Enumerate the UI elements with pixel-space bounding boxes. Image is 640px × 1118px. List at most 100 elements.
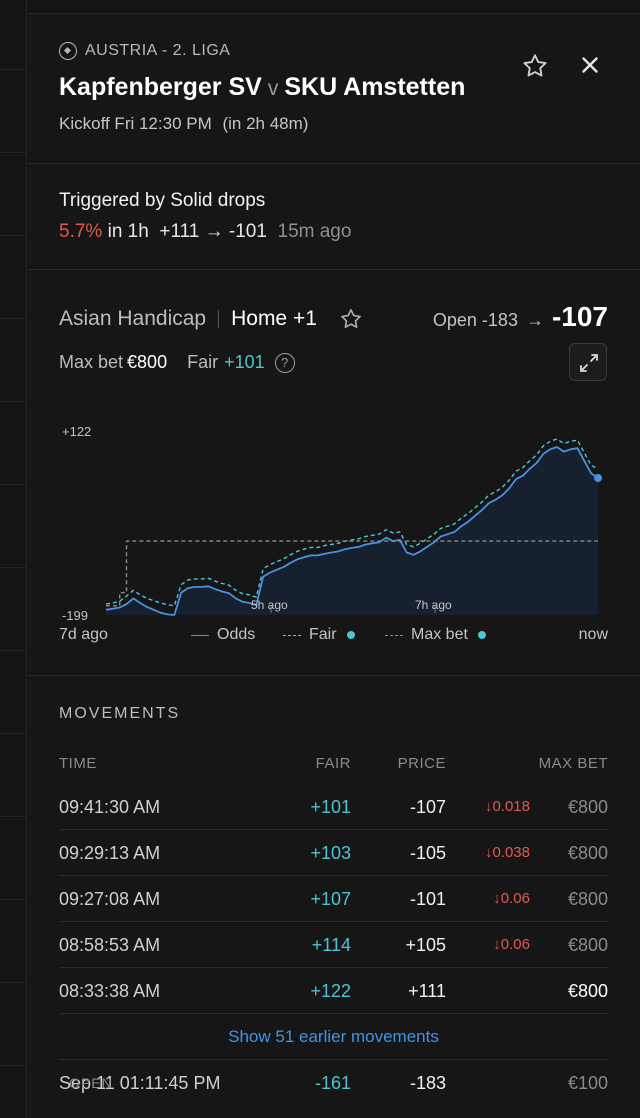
arrow-right-icon: → — [525, 310, 544, 330]
market-separator — [218, 310, 220, 328]
table-row: 08:58:53 AM +114 +105 ↓0.06 €800 — [59, 922, 608, 968]
row-price: -105 — [409, 843, 446, 863]
background-topbar — [0, 0, 640, 14]
league-label: AUSTRIA - 2. LIGA — [59, 42, 230, 60]
col-fair: FAIR — [315, 755, 351, 772]
price-summary: Open -183 → -107 — [433, 301, 608, 333]
market-selector: Asian Handicap Home +1 — [59, 307, 363, 331]
row-price: +111 — [408, 981, 446, 1001]
close-icon — [582, 57, 598, 73]
match-title: Kapfenberger SV v SKU Amstetten — [59, 73, 465, 102]
y-label-top: +122 — [62, 424, 91, 439]
legend-max-bet-swatch — [385, 634, 403, 636]
legend-fair-label: Fair — [309, 626, 337, 643]
fair-label: Fair — [187, 352, 219, 372]
show-earlier-movements-link[interactable]: Show 51 earlier movements — [59, 1014, 608, 1060]
row-delta: ↓0.038 — [484, 844, 530, 861]
market-star-button[interactable] — [339, 307, 363, 331]
vs-separator: v — [267, 77, 279, 100]
expand-chart-button[interactable] — [569, 343, 607, 381]
legend-odds: Odds — [191, 626, 255, 644]
row-max-bet: €800 — [567, 889, 608, 909]
row-max-bet: €100 — [567, 1073, 608, 1093]
table-row: 08:33:38 AM +122 +111 €800 — [59, 968, 608, 1014]
table-header: TIME FAIR PRICE MAX BET — [59, 744, 608, 784]
help-icon[interactable]: ? — [274, 352, 295, 373]
current-price: -107 — [551, 301, 608, 332]
away-team: SKU Amstetten — [284, 73, 466, 101]
favorite-star-button[interactable] — [521, 52, 549, 80]
legend-odds-label: Odds — [217, 626, 256, 643]
divider — [28, 163, 640, 164]
trigger-to: -101 — [228, 221, 267, 242]
row-max-bet: €800 — [567, 843, 608, 863]
movements-title: MOVEMENTS — [59, 705, 181, 722]
row-price: -183 — [409, 1073, 446, 1093]
legend-max-bet-label: Max bet — [411, 626, 468, 643]
market-name: Asian Handicap — [59, 307, 207, 330]
row-time: 09:29:13 AM — [59, 843, 161, 863]
trigger-percent: 5.7% — [59, 221, 103, 242]
x-label-start: 7d ago — [59, 626, 108, 643]
soccer-ball-icon — [59, 42, 77, 60]
row-delta: ↓0.06 — [493, 936, 530, 953]
market-line: Home +1 — [231, 307, 317, 330]
legend-max-bet-dot — [477, 631, 486, 639]
legend-fair: Fair — [283, 626, 355, 644]
max-bet-value: €800 — [127, 352, 168, 372]
legend-max-bet: Max bet — [385, 626, 486, 644]
limits-row: Max bet €800 Fair +101 ? — [59, 352, 295, 373]
star-icon — [523, 54, 547, 77]
x-tick-label: 5h ago — [251, 598, 288, 612]
home-team: Kapfenberger SV — [59, 73, 262, 101]
fair-value: +101 — [224, 352, 265, 372]
col-price: PRICE — [397, 755, 446, 772]
kickoff-relative: (in 2h 48m) — [222, 114, 309, 133]
legend-fair-dot — [346, 631, 355, 639]
divider — [28, 269, 640, 270]
col-max-bet: MAX BET — [538, 755, 608, 772]
arrow-right-icon: → — [204, 221, 224, 242]
row-fair: +103 — [310, 843, 351, 863]
open-row: Sep 11 01:11:45 PM OPEN -161 -183 €100 — [59, 1060, 608, 1106]
star-icon — [340, 309, 361, 328]
row-max-bet: €800 — [567, 981, 608, 1001]
x-tick-label: 7h ago — [415, 598, 452, 612]
row-fair: +101 — [310, 797, 351, 817]
row-time: 08:33:38 AM — [59, 981, 161, 1001]
row-delta: ↓0.06 — [493, 890, 530, 907]
col-time: TIME — [59, 755, 97, 772]
table-row: 09:27:08 AM +107 -101 ↓0.06 €800 — [59, 876, 608, 922]
legend-odds-swatch — [191, 634, 209, 636]
row-fair: +122 — [310, 981, 351, 1001]
match-detail-panel: AUSTRIA - 2. LIGA Kapfenberger SV v SKU Am… — [28, 14, 640, 1118]
max-bet-label: Max bet — [59, 352, 124, 372]
trigger-from: +111 — [159, 221, 200, 242]
table-row: 09:29:13 AM +103 -105 ↓0.038 €800 — [59, 830, 608, 876]
kickoff-time: Kickoff Fri 12:30 PM — [59, 114, 212, 133]
background-list — [0, 0, 27, 1118]
row-price: -107 — [409, 797, 446, 817]
row-time: 09:41:30 AM — [59, 797, 161, 817]
row-price: +105 — [405, 935, 446, 955]
league-name: AUSTRIA - 2. LIGA — [85, 42, 231, 59]
row-fair: -161 — [314, 1073, 351, 1093]
y-label-bottom: -199 — [62, 608, 88, 623]
open-tag: OPEN — [69, 1075, 113, 1091]
table-row: 09:41:30 AM +101 -107 ↓0.018 €800 — [59, 784, 608, 830]
row-time: 08:58:53 AM — [59, 935, 161, 955]
row-price: -101 — [409, 889, 446, 909]
legend-fair-swatch — [283, 634, 301, 636]
row-fair: +114 — [311, 935, 351, 955]
movements-table: TIME FAIR PRICE MAX BET 09:41:30 AM +101… — [59, 744, 608, 1106]
trigger-details: 5.7% in 1h +111 → -101 15m ago — [59, 221, 351, 243]
close-button[interactable] — [577, 52, 603, 78]
row-time: 09:27:08 AM — [59, 889, 161, 909]
trigger-ago: 15m ago — [277, 221, 352, 242]
row-fair: +107 — [310, 889, 351, 909]
trigger-title: Triggered by Solid drops — [59, 190, 266, 211]
trigger-window: in 1h — [107, 221, 149, 242]
row-delta: ↓0.018 — [484, 798, 530, 815]
kickoff-info: Kickoff Fri 12:30 PM (in 2h 48m) — [59, 114, 308, 134]
open-price: Open -183 — [432, 310, 518, 330]
